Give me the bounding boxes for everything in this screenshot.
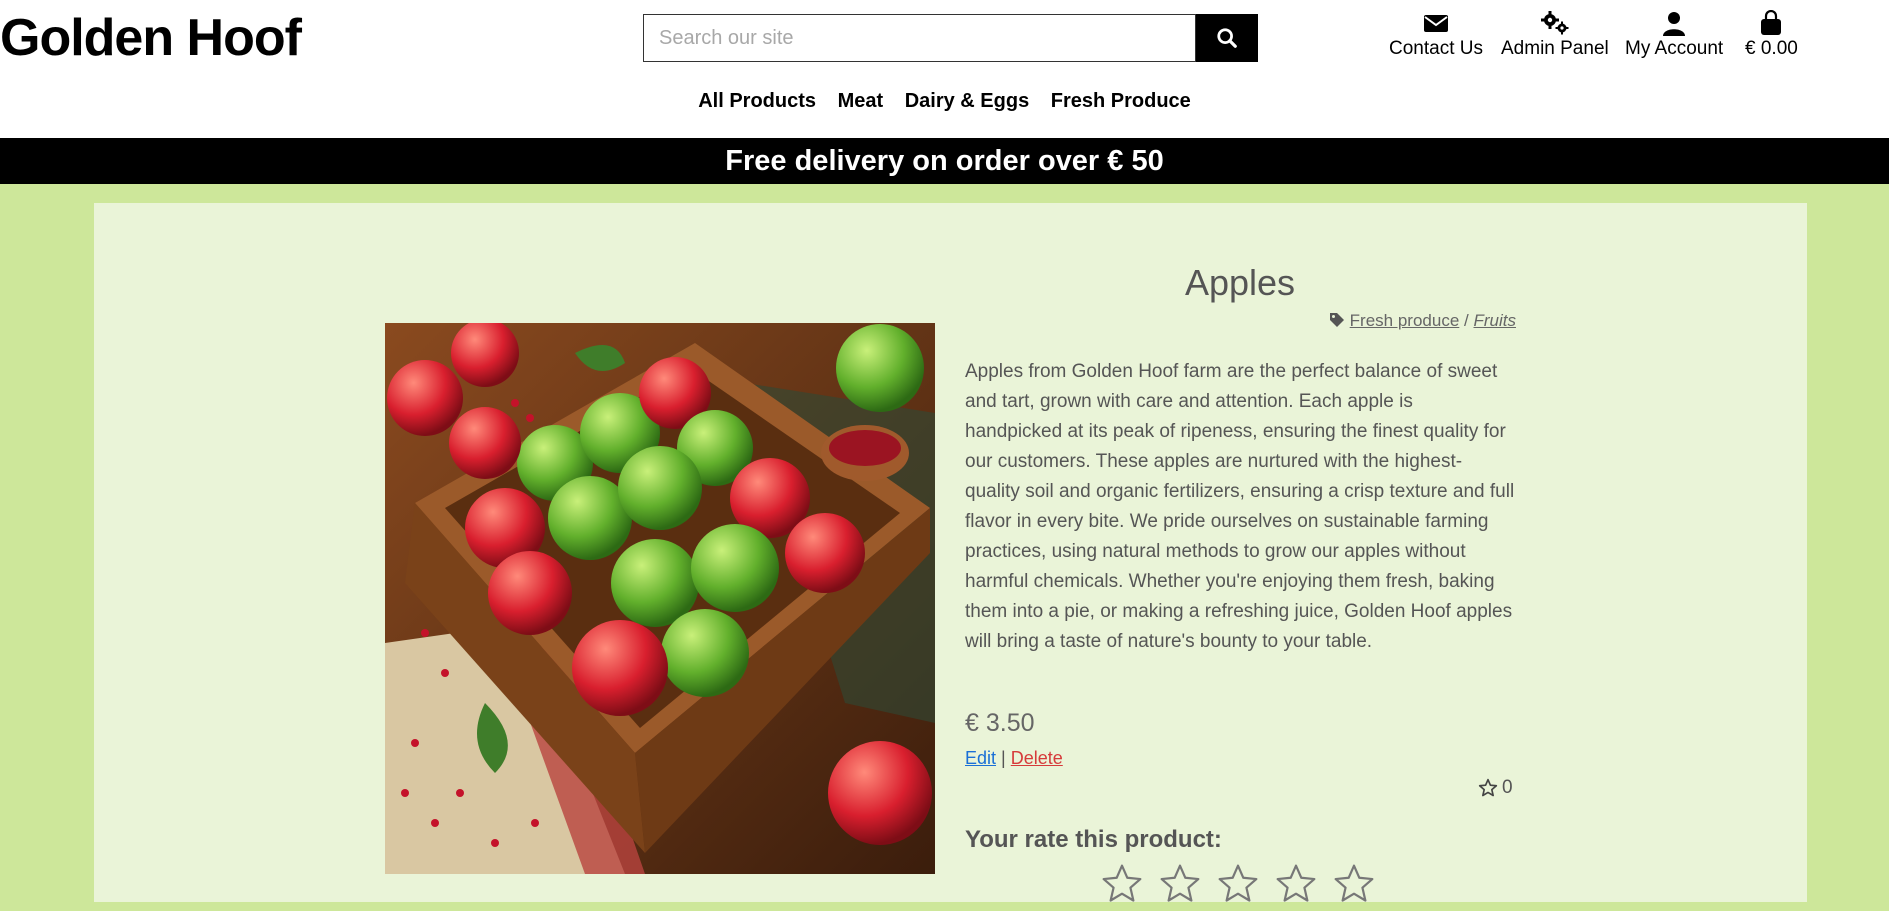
admin-panel-label: Admin Panel — [1501, 38, 1609, 59]
action-separator: | — [1001, 748, 1006, 768]
star-outline-icon — [1478, 778, 1498, 797]
rate-star-1[interactable] — [1100, 862, 1144, 911]
star-outline-icon — [1218, 864, 1258, 902]
site-header: Golden Hoof Contact Us Admin Panel — [0, 0, 1889, 138]
rate-star-4[interactable] — [1274, 862, 1318, 911]
product-panel — [94, 203, 1807, 902]
category-link-fruits[interactable]: Fruits — [1474, 311, 1517, 330]
rating-summary: 0 — [1478, 777, 1513, 799]
contact-us-link[interactable]: Contact Us — [1389, 10, 1483, 60]
product-description: Apples from Golden Hoof farm are the per… — [965, 361, 1515, 652]
delete-link[interactable]: Delete — [1011, 748, 1063, 768]
gears-icon — [1501, 10, 1609, 38]
product-title: Apples — [1184, 262, 1296, 303]
my-account-label: My Account — [1625, 38, 1724, 59]
star-outline-icon — [1102, 864, 1142, 902]
site-logo[interactable]: Golden Hoof — [0, 8, 302, 68]
rate-stars — [1100, 862, 1376, 911]
rate-star-5[interactable] — [1332, 862, 1376, 911]
rate-star-2[interactable] — [1158, 862, 1202, 911]
star-outline-icon — [1276, 864, 1316, 902]
cart-total: € 0.00 — [1745, 38, 1798, 59]
category-separator: / — [1464, 311, 1469, 330]
product-category: Fresh produce / Fruits — [1100, 311, 1516, 331]
search-input[interactable] — [643, 14, 1196, 62]
menu-item-dairy-eggs[interactable]: Dairy & Eggs — [905, 90, 1029, 113]
menu-item-fresh-produce[interactable]: Fresh Produce — [1051, 90, 1191, 113]
rate-product-heading: Your rate this product: — [965, 826, 1222, 853]
main-menu: All Products Meat Dairy & Eggs Fresh Pro… — [0, 90, 1889, 113]
my-account-link[interactable]: My Account — [1625, 10, 1723, 60]
star-outline-icon — [1334, 864, 1374, 902]
rate-star-3[interactable] — [1216, 862, 1260, 911]
product-image — [385, 323, 935, 874]
shopping-bag-icon — [1745, 10, 1798, 38]
delivery-banner: Free delivery on order over € 50 — [0, 138, 1889, 184]
search-form — [643, 14, 1258, 62]
tag-icon — [1329, 313, 1344, 327]
search-button[interactable] — [1196, 14, 1258, 62]
admin-panel-link[interactable]: Admin Panel — [1501, 10, 1609, 60]
product-price: € 3.50 — [965, 709, 1035, 737]
admin-actions: Edit | Delete — [965, 748, 1063, 769]
edit-link[interactable]: Edit — [965, 748, 996, 768]
search-icon — [1217, 28, 1237, 48]
star-outline-icon — [1160, 864, 1200, 902]
menu-item-all-products[interactable]: All Products — [698, 90, 816, 113]
contact-us-label: Contact Us — [1389, 38, 1483, 59]
user-icon — [1625, 10, 1723, 38]
envelope-icon — [1389, 10, 1483, 38]
category-link-fresh-produce[interactable]: Fresh produce — [1350, 311, 1460, 330]
rating-count: 0 — [1502, 777, 1513, 798]
cart-link[interactable]: € 0.00 — [1745, 10, 1798, 60]
menu-item-meat[interactable]: Meat — [838, 90, 884, 113]
